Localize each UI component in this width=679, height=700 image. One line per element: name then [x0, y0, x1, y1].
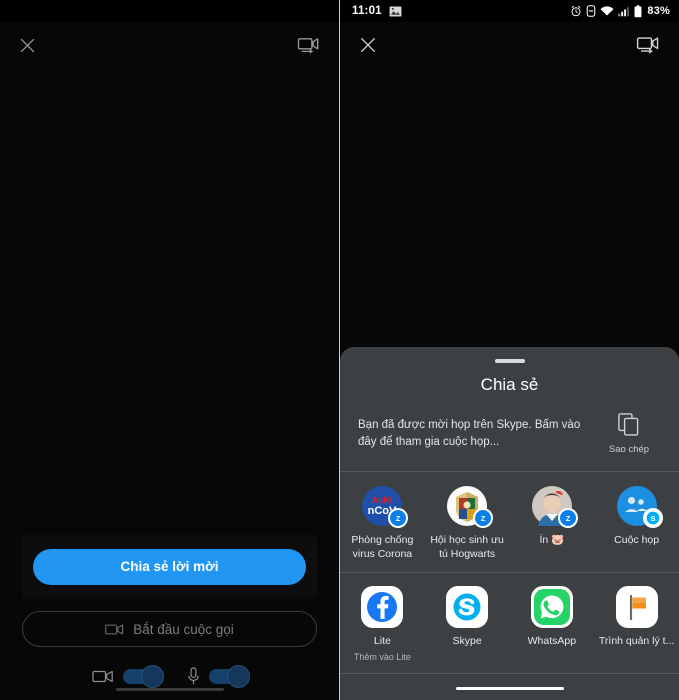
camera-toggle-switch[interactable]	[123, 665, 164, 688]
person-avatar: Z	[531, 485, 578, 529]
left-top-bar	[0, 22, 339, 68]
zalo-badge: Z	[557, 508, 578, 529]
skype-badge: S	[642, 508, 663, 529]
copy-action-label: Sao chép	[608, 444, 650, 456]
right-status-left: 11:01	[352, 5, 402, 17]
svg-text:Z: Z	[481, 514, 486, 523]
app-target-file-manager[interactable]: Trình quản lý t...	[594, 586, 679, 662]
copy-icon	[618, 413, 639, 436]
hogwarts-avatar: Z	[446, 485, 494, 529]
direct-share-row: AcKi nCoV Z Phòng chống virus Corona Z H…	[340, 472, 679, 572]
left-bottom-controls: Chia sẻ lời mời Bắt đầu cuộc gọi	[0, 535, 339, 700]
svg-text:S: S	[650, 514, 655, 523]
share-sheet: Chia sẻ Bạn đã được mời họp trên Skype. …	[340, 347, 679, 700]
skype-glyph	[446, 586, 489, 629]
svg-text:AcKi: AcKi	[372, 495, 393, 505]
share-message-text: Bạn đã được mời họp trên Skype. Bấm vào …	[358, 419, 581, 449]
switch-camera-icon	[636, 37, 659, 54]
video-camera-icon	[105, 624, 124, 634]
right-status-right: 83%	[570, 4, 670, 18]
switch-camera-icon	[297, 37, 319, 54]
file-manager-glyph	[615, 586, 658, 629]
switch-camera-button[interactable]	[635, 34, 661, 56]
camera-toggle-knob	[141, 665, 164, 688]
share-invite-button[interactable]: Chia sẻ lời mời	[33, 549, 306, 585]
zalo-badge-icon: Z	[390, 510, 407, 527]
zalo-badge-icon: Z	[559, 510, 576, 527]
alarm-icon	[571, 5, 581, 17]
whatsapp-icon	[530, 586, 573, 629]
battery-percent: 83%	[647, 5, 670, 17]
close-button[interactable]	[358, 35, 378, 55]
start-call-button[interactable]: Bắt đầu cuộc gọi	[22, 611, 317, 647]
right-nav-strip	[340, 674, 679, 700]
copy-action-button[interactable]: Sao chép	[597, 413, 661, 455]
skype-icon	[446, 586, 489, 629]
media-toggles	[0, 665, 339, 688]
close-button[interactable]	[18, 36, 37, 55]
svg-text:Z: Z	[396, 514, 401, 523]
app-target-row: Lite Thêm vào Lite Skype WhatsApp Trình …	[340, 573, 679, 673]
screenshot-root: Chia sẻ lời mời Bắt đầu cuộc gọi 11:01 8…	[0, 0, 679, 700]
close-icon	[360, 37, 376, 53]
mic-toggle-group	[187, 665, 250, 688]
file-manager-icon	[615, 586, 658, 629]
app-target-label: WhatsApp	[527, 635, 577, 648]
zalo-badge-icon: Z	[475, 510, 492, 527]
direct-share-label: Cuộc họp	[614, 534, 660, 547]
direct-share-item-meeting[interactable]: S Cuộc họp	[594, 485, 679, 561]
zalo-badge: Z	[473, 508, 494, 529]
status-time: 11:01	[352, 5, 382, 17]
direct-share-item-person[interactable]: Z Ín 🐷	[510, 485, 595, 561]
left-status-bar	[0, 0, 339, 22]
mic-toggle-knob	[227, 665, 250, 688]
app-target-label: Skype	[452, 635, 482, 648]
group-avatar: S	[616, 485, 663, 529]
switch-camera-button[interactable]	[296, 35, 321, 56]
battery-icon	[634, 4, 642, 17]
ncov-avatar: AcKi nCoV Z	[361, 485, 409, 529]
whatsapp-glyph	[530, 586, 573, 629]
app-target-sublabel: Thêm vào Lite	[353, 652, 411, 662]
signal-icon	[618, 6, 630, 16]
video-camera-icon	[92, 670, 113, 683]
mic-toggle-switch[interactable]	[209, 665, 250, 688]
direct-share-label: Phòng chống virus Corona	[351, 534, 414, 560]
share-sheet-title: Chia sẻ	[480, 375, 539, 395]
camera-toggle-group	[92, 665, 164, 688]
app-target-facebook-lite[interactable]: Lite Thêm vào Lite	[340, 586, 425, 662]
start-call-label: Bắt đầu cuộc gọi	[133, 621, 234, 637]
direct-share-item-hogwarts[interactable]: Z Hội học sinh ưu tú Hogwarts	[425, 485, 510, 561]
app-target-label: Trình quản lý t...	[598, 635, 675, 648]
facebook-lite-icon	[361, 586, 404, 629]
invite-card: Chia sẻ lời mời	[22, 535, 317, 599]
right-home-indicator[interactable]	[455, 687, 564, 690]
facebook-lite-glyph	[361, 586, 404, 629]
wifi-icon	[600, 5, 614, 16]
dnd-icon	[587, 5, 596, 17]
image-icon	[389, 5, 402, 17]
direct-share-label: Ín 🐷	[539, 534, 565, 547]
app-target-whatsapp[interactable]: WhatsApp	[510, 586, 595, 662]
skype-badge-icon: S	[644, 510, 661, 527]
direct-share-label: Hội học sinh ưu tú Hogwarts	[430, 534, 504, 560]
sheet-drag-handle[interactable]	[494, 359, 525, 364]
right-top-bar	[340, 22, 679, 68]
close-icon	[20, 38, 35, 52]
left-home-indicator[interactable]	[115, 688, 224, 691]
app-target-skype[interactable]: Skype	[425, 586, 510, 662]
right-status-bar: 11:01 83%	[340, 0, 679, 22]
svg-text:Z: Z	[566, 514, 571, 523]
direct-share-item-ncov[interactable]: AcKi nCoV Z Phòng chống virus Corona	[340, 485, 425, 561]
right-phone-screen: 11:01 83% Chia sẻ Bạn đã được mời họp tr…	[339, 0, 679, 700]
app-target-label: Lite	[373, 635, 391, 648]
microphone-icon	[188, 667, 199, 685]
share-message-row: Bạn đã được mời họp trên Skype. Bấm vào …	[340, 395, 679, 471]
zalo-badge: Z	[388, 508, 409, 529]
left-phone-screen: Chia sẻ lời mời Bắt đầu cuộc gọi	[0, 0, 339, 700]
